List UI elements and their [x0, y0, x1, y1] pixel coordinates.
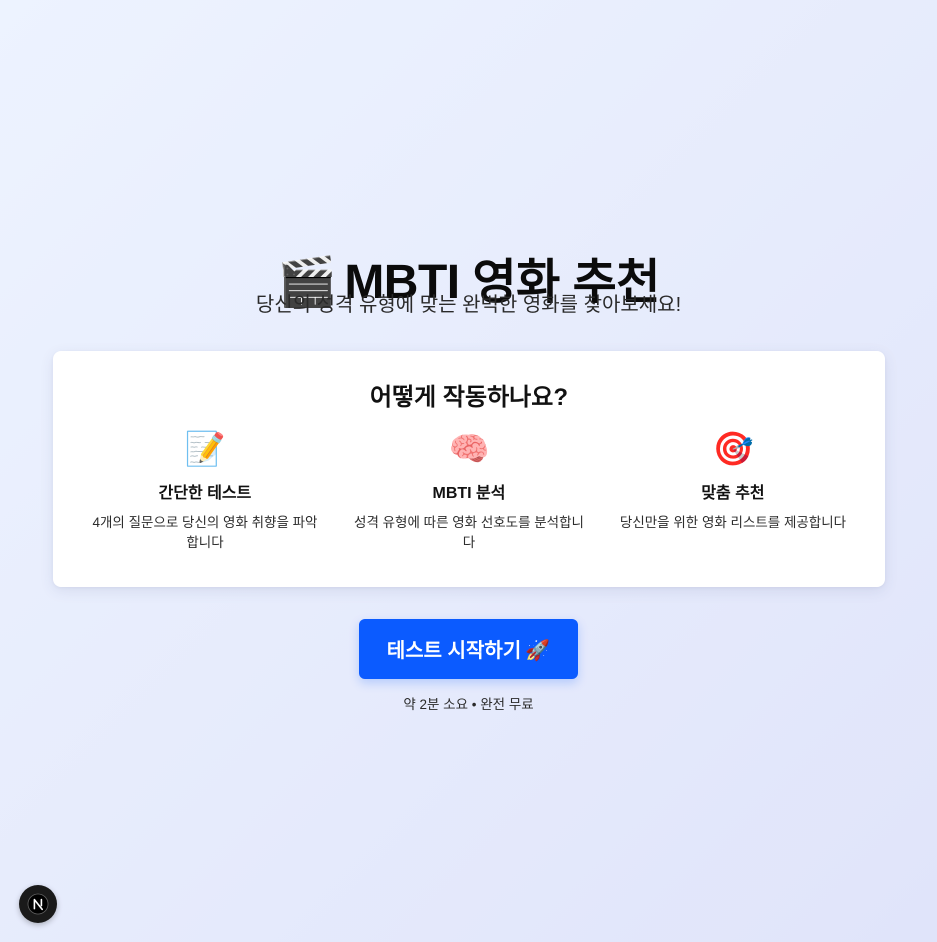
feature-description: 4개의 질문으로 당신의 영화 취향을 파악합니다	[92, 515, 318, 550]
nextjs-logo-icon	[27, 893, 49, 915]
feature-custom-recommendation: 🎯 맞춤 추천 당신만을 위한 영화 리스트를 제공합니다	[611, 429, 855, 533]
nextjs-dev-badge[interactable]	[19, 885, 57, 923]
feature-title: 맞춤 추천	[701, 485, 765, 502]
feature-title: MBTI 분석	[432, 485, 506, 502]
feature-title: 간단한 테스트	[158, 485, 252, 502]
brain-icon: 🧠	[448, 429, 490, 468]
memo-icon: 📝	[184, 429, 226, 468]
start-test-label: 테스트 시작하기	[386, 640, 522, 662]
feature-description: 당신만을 위한 영화 리스트를 제공합니다	[619, 515, 847, 530]
duration-note: 약 2분 소요 • 완전 무료	[403, 697, 534, 712]
start-test-button[interactable]: 테스트 시작하기 🚀	[359, 619, 578, 679]
rocket-icon: 🚀	[525, 638, 551, 662]
target-icon: 🎯	[712, 429, 754, 468]
feature-mbti-analysis: 🧠 MBTI 분석 성격 유형에 따른 영화 선호도를 분석합니다	[347, 429, 591, 553]
page-subtitle: 당신의 성격 유형에 맞는 완벽한 영화를 찾아보세요!	[255, 294, 682, 316]
feature-simple-test: 📝 간단한 테스트 4개의 질문으로 당신의 영화 취향을 파악합니다	[83, 429, 327, 553]
feature-description: 성격 유형에 따른 영화 선호도를 분석합니다	[354, 515, 584, 550]
how-it-works-title: 어떻게 작동하나요?	[370, 384, 568, 411]
how-it-works-card: 어떻게 작동하나요? 📝 간단한 테스트 4개의 질문으로 당신의 영화 취향을…	[53, 351, 885, 587]
